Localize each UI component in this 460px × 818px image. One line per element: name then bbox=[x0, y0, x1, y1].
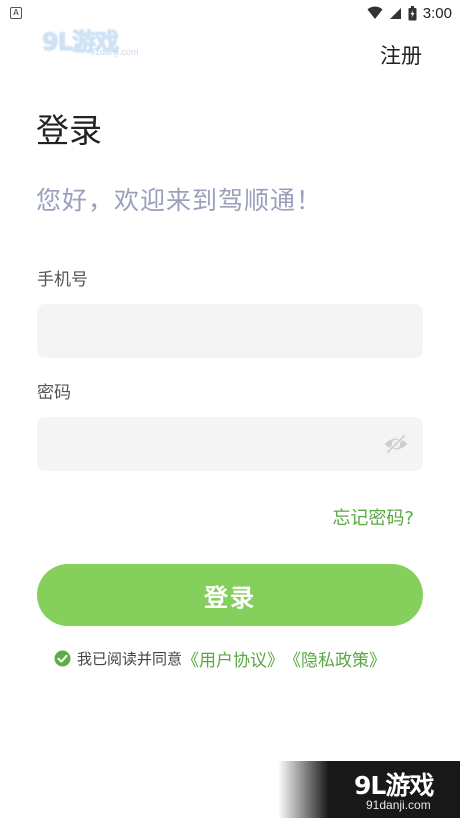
notification-icon: A bbox=[10, 7, 22, 19]
agreement-row: 我已阅读并同意 《用户协议》 《隐私政策》 bbox=[54, 646, 386, 671]
signal-icon bbox=[389, 7, 401, 19]
user-agreement-link[interactable]: 《用户协议》 bbox=[182, 646, 284, 671]
password-field-container bbox=[37, 417, 423, 471]
watermark-logo-top: 9L游戏 91danji.com bbox=[42, 22, 139, 62]
status-time: 3:00 bbox=[422, 4, 452, 22]
phone-field-container bbox=[37, 304, 423, 358]
phone-input[interactable] bbox=[37, 304, 423, 358]
privacy-policy-link[interactable]: 《隐私政策》 bbox=[284, 646, 386, 671]
phone-label: 手机号 bbox=[37, 270, 88, 290]
forgot-password-link[interactable]: 忘记密码? bbox=[332, 504, 414, 530]
watermark-url: 91danji.com bbox=[366, 798, 431, 812]
wifi-icon bbox=[367, 6, 383, 19]
watermark-logo-bottom: 9L游戏 91danji.com bbox=[278, 761, 460, 818]
register-link[interactable]: 注册 bbox=[380, 40, 422, 70]
password-input[interactable] bbox=[37, 417, 423, 471]
battery-icon bbox=[408, 5, 417, 20]
password-label: 密码 bbox=[37, 383, 71, 403]
eye-off-icon[interactable] bbox=[383, 432, 409, 456]
checkbox-checked-icon[interactable] bbox=[54, 650, 71, 667]
watermark-url: 91danji.com bbox=[90, 47, 139, 57]
status-icons: 3:00 bbox=[367, 3, 452, 23]
page-title: 登录 bbox=[36, 111, 102, 150]
welcome-text: 您好，欢迎来到驾顺通！ bbox=[36, 186, 323, 215]
watermark-brand: 9L游戏 bbox=[354, 771, 434, 800]
login-button[interactable]: 登录 bbox=[37, 564, 423, 626]
agreement-text: 我已阅读并同意 bbox=[77, 650, 183, 668]
